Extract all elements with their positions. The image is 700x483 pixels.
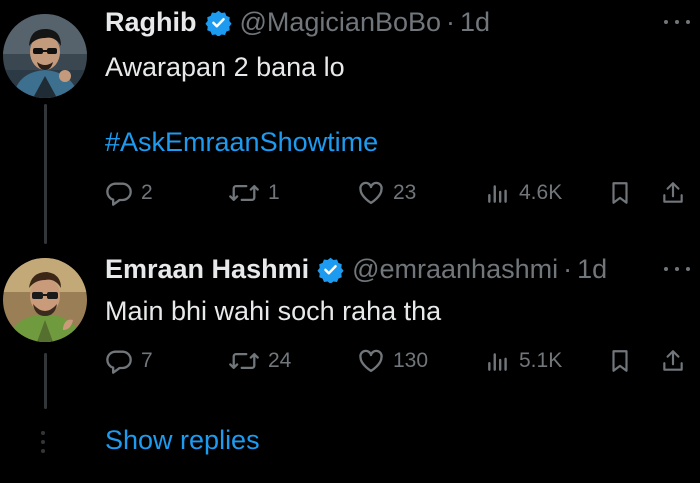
- share-button[interactable]: [660, 176, 686, 210]
- display-name[interactable]: Raghib: [105, 7, 197, 38]
- retweet-button[interactable]: 24: [228, 344, 291, 378]
- thread-dots-icon: [40, 431, 46, 453]
- reply-count: 2: [141, 181, 153, 204]
- like-count: 130: [393, 349, 429, 372]
- display-name[interactable]: Emraan Hashmi: [105, 254, 309, 285]
- views-icon: [485, 179, 511, 207]
- user-handle[interactable]: @emraanhashmi: [352, 254, 558, 285]
- share-icon: [660, 179, 686, 207]
- share-icon: [660, 347, 686, 375]
- thread-connector: [44, 104, 47, 244]
- more-options-icon[interactable]: [664, 259, 690, 279]
- more-options-icon[interactable]: [664, 12, 690, 32]
- like-button[interactable]: 23: [357, 176, 416, 210]
- tweet-text: Main bhi wahi soch raha tha: [105, 296, 442, 326]
- thread-connector: [44, 353, 47, 409]
- like-icon: [357, 179, 385, 207]
- retweet-count: 1: [268, 181, 280, 204]
- reply-button[interactable]: 2: [105, 176, 153, 210]
- retweet-button[interactable]: 1: [228, 176, 280, 210]
- views-button[interactable]: 5.1K: [485, 344, 562, 378]
- tweet-header: Raghib @MagicianBoBo · 1d: [105, 2, 490, 42]
- timestamp[interactable]: 1d: [577, 254, 607, 285]
- share-button[interactable]: [660, 344, 686, 378]
- user-handle[interactable]: @MagicianBoBo: [240, 7, 442, 38]
- verified-badge-icon: [204, 9, 232, 36]
- retweet-count: 24: [268, 349, 292, 372]
- retweet-icon: [228, 179, 260, 207]
- like-icon: [357, 347, 385, 375]
- reply-button[interactable]: 7: [105, 344, 153, 378]
- bookmark-icon: [607, 347, 633, 375]
- avatar[interactable]: [3, 258, 87, 342]
- verified-badge-icon: [317, 256, 344, 283]
- tweet-actions: 2 1 23 4.6K: [105, 176, 690, 210]
- avatar[interactable]: [3, 14, 87, 98]
- separator-dot: ·: [563, 253, 573, 284]
- tweet-actions: 7 24 130 5.1K: [105, 344, 690, 378]
- hashtag-link[interactable]: #AskEmraanShowtime: [105, 127, 378, 158]
- retweet-icon: [228, 347, 260, 375]
- bookmark-button[interactable]: [607, 344, 633, 378]
- separator-dot: ·: [446, 6, 456, 37]
- reply-icon: [105, 179, 133, 207]
- show-replies-link[interactable]: Show replies: [105, 425, 260, 456]
- views-icon: [485, 347, 511, 375]
- reply-icon: [105, 347, 133, 375]
- views-count: 5.1K: [519, 349, 563, 372]
- bookmark-icon: [607, 179, 633, 207]
- like-button[interactable]: 130: [357, 344, 428, 378]
- views-button[interactable]: 4.6K: [485, 176, 562, 210]
- bookmark-button[interactable]: [607, 176, 633, 210]
- timestamp[interactable]: 1d: [460, 7, 490, 38]
- views-count: 4.6K: [519, 181, 563, 204]
- tweet-text: Awarapan 2 bana lo: [105, 52, 345, 82]
- reply-count: 7: [141, 349, 153, 372]
- tweet-header: Emraan Hashmi @emraanhashmi · 1d: [105, 249, 607, 289]
- like-count: 23: [393, 181, 417, 204]
